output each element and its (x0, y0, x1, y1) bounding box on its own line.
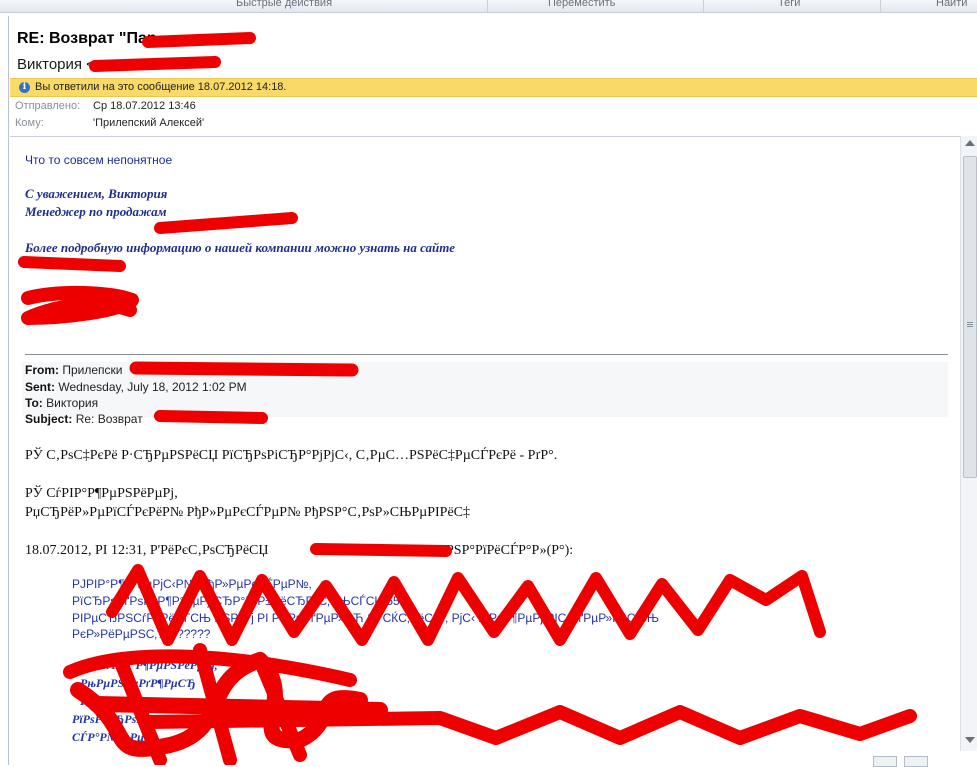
ribbon-separator (487, 0, 488, 12)
quoted-signature-line: РїРѕРґСЂРѕР±РЅСѓСЋ РёРЅС„РѕСЂРјР°С†РёСЋ (72, 712, 336, 726)
fwd-sent-row: Sent: Wednesday, July 18, 2012 1:02 PM (25, 380, 247, 394)
reply-info-text: Вы ответили на это сообщение 18.07.2012 … (35, 81, 287, 93)
quote-divider (25, 354, 948, 355)
info-icon: i (19, 82, 30, 93)
fwd-from-row: From: Прилепски (25, 363, 122, 377)
ribbon-tags-label[interactable]: Теги (778, 0, 800, 9)
fwd-subject-row: Subject: Re: Возврат (25, 412, 143, 426)
quoted-signature-line: СЃР°Р№С‚Рµ (72, 730, 144, 744)
quoted-line: РІРµСЂРЅСѓР»РёСЃСЊ РЅР°Рј РІ РЅРµРґРµР»С… (72, 611, 659, 625)
fwd-subject-value: Re: Возврат (75, 412, 143, 426)
scroll-up-arrow-icon[interactable] (965, 140, 975, 146)
to-value[interactable]: 'Прилепский Алексей' (93, 117, 204, 129)
ribbon-strip: Быстрые действия Переместить Теги Найти (0, 0, 977, 13)
quoted-line: РЈРІР°Р¶Р°РµРјС‹Р№ РђР»РµРєСЃРµР№, (72, 577, 312, 591)
garbled-line: РЎ С‚РѕС‡РєРё Р·СЂРµРЅРёСЏ РїСЂРѕРіСЂР°Р… (25, 448, 558, 463)
garbled-date-line: 18.07.2012, РІ 12:31, Р'РёРєС‚РѕСЂРёСЏ (25, 543, 269, 558)
ribbon-separator (880, 0, 881, 12)
fwd-to-value: Виктория (46, 396, 99, 410)
reply-info-bar[interactable]: i Вы ответили на это сообщение 18.07.201… (10, 78, 977, 97)
ribbon-quick-actions-label[interactable]: Быстрые действия (236, 0, 332, 9)
fwd-from-label: From: (25, 363, 59, 377)
scroll-grip-icon (967, 322, 973, 323)
to-label: Кому: (15, 117, 44, 129)
message-subject: RE: Возврат "Пар (17, 30, 157, 47)
body-line: Что то совсем непонятное (25, 153, 173, 167)
fwd-to-label: To: (25, 396, 43, 410)
signature-line: Менеджер по продажам (25, 204, 167, 219)
quoted-line: РєР»РёРµРЅС‚???????? (72, 627, 211, 641)
message-sender[interactable]: Виктория < (17, 56, 95, 73)
bottom-nav-button[interactable] (873, 756, 897, 767)
bottom-nav-button[interactable] (904, 756, 928, 767)
quoted-signature-line: РњРµРЅРµРґР¶РµСЂ (80, 676, 196, 690)
garbled-line: РџСЂРёР»РµРїСЃРєРёР№ РђР»РµРєСЃРµР№ РђРЅ… (25, 505, 470, 520)
fwd-sent-value: Wednesday, July 18, 2012 1:02 PM (58, 380, 247, 394)
fwd-from-value: Прилепски (62, 363, 123, 377)
scroll-thumb[interactable] (963, 156, 977, 478)
garbled-wrote-suffix: РЅР°РїРёСЃР°Р»(Р°): (446, 543, 574, 558)
body-scrollbar[interactable] (960, 136, 977, 751)
signature-line: Более подробную информацию о нашей компа… (25, 240, 455, 255)
fwd-to-row: To: Виктория (25, 396, 98, 410)
fwd-sent-label: Sent: (25, 380, 55, 394)
quoted-signature-line: РЎ СѓРІР°Р¶РµРЅРёРµРј, (80, 658, 218, 672)
ribbon-find-label[interactable]: Найти (936, 0, 967, 9)
garbled-line: РЎ СѓРІР°Р¶РµРЅРёРµРј, (25, 486, 178, 501)
quoted-line: РїСЂРѕРґРѕР»Р¶Р°РµРј СЂР°Р·Р±РёСЂР°С‚СЊС… (72, 594, 407, 608)
signature-line: С уважением, Виктория (25, 186, 168, 201)
scroll-down-arrow-icon[interactable] (965, 737, 975, 743)
ribbon-move-label[interactable]: Переместить (548, 0, 615, 9)
ribbon-separator (703, 0, 704, 12)
fwd-subject-label: Subject: (25, 412, 73, 426)
quoted-signature-line: Р‘РѕР»РµРµ (80, 694, 146, 708)
sent-label: Отправлено: (15, 100, 81, 112)
sent-value: Ср 18.07.2012 13:46 (93, 100, 196, 112)
